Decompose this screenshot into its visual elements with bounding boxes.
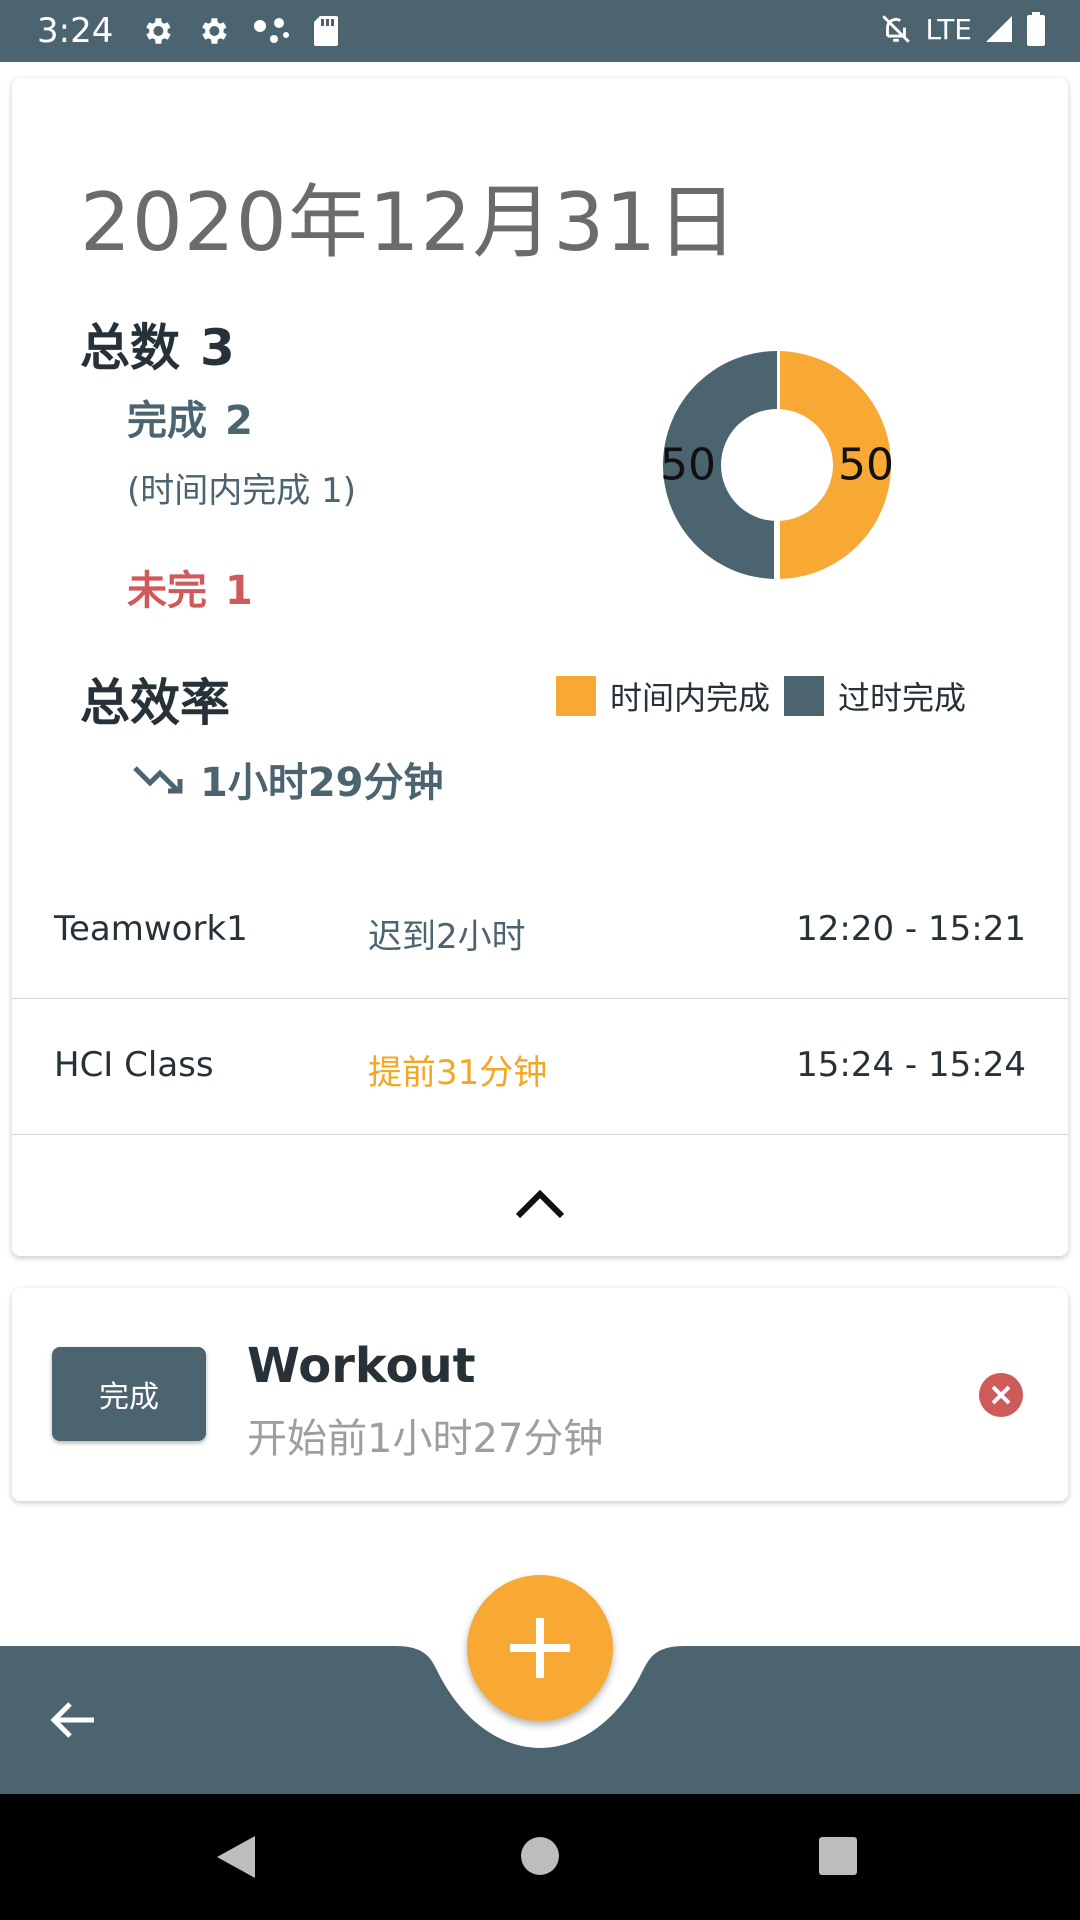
task-time: 12:20 - 15:21 [796, 909, 1026, 949]
table-row[interactable]: Teamwork1 迟到2小时 12:20 - 15:21 [12, 862, 1068, 999]
signal-icon [986, 16, 1012, 42]
gear-icon [146, 18, 171, 44]
nav-home-icon[interactable] [520, 1836, 560, 1876]
done-label: 完成 [127, 398, 207, 444]
done-value: 2 [225, 398, 253, 444]
battery-icon [1027, 12, 1045, 46]
undone-value: 1 [225, 568, 253, 614]
gear-icon [202, 18, 227, 44]
done-count: 完成 2 [127, 388, 253, 446]
table-row[interactable]: HCI Class 提前31分钟 15:24 - 15:24 [12, 998, 1068, 1135]
nav-recents-icon[interactable] [818, 1836, 858, 1876]
legend-item-ontime: 时间内完成 [556, 673, 770, 719]
task-name: HCI Class [54, 1045, 214, 1085]
efficiency-title: 总效率 [80, 674, 230, 732]
undone-count: 未完 1 [127, 558, 253, 616]
efficiency-value: 1小时29分钟 [200, 760, 444, 806]
pie-value-label: 50 [660, 440, 716, 491]
task-status: 迟到2小时 [368, 917, 526, 957]
sd-card-icon [314, 16, 338, 46]
legend-label-late: 过时完成 [838, 679, 967, 717]
pending-task-card: 完成 Workout 开始前1小时27分钟 [12, 1288, 1068, 1501]
total-count: 总数 3 [80, 308, 235, 380]
legend-label-ontime: 时间内完成 [610, 679, 771, 717]
status-time: 3:24 [37, 11, 114, 51]
status-bar: 3:24 LTE [0, 0, 1080, 62]
total-value: 3 [200, 319, 235, 377]
total-label: 总数 [80, 319, 180, 377]
status-icons [140, 14, 340, 48]
task-subtitle: 开始前1小时27分钟 [247, 1416, 604, 1462]
legend-swatch-late [784, 676, 825, 716]
ontime-count: (时间内完成 1) [127, 471, 356, 511]
task-title: Workout [247, 1338, 476, 1394]
legend-swatch-ontime [556, 676, 596, 716]
summary-card: 2020年12月31日 总数 3 完成 2 (时间内完成 1) 未完 1 50 50 总… [12, 78, 1068, 1256]
navigation-bar [0, 1794, 1080, 1920]
plus-icon [510, 1618, 570, 1678]
task-status: 提前31分钟 [368, 1053, 548, 1093]
dots-icon [254, 18, 289, 43]
efficiency-value-row: 1小时29分钟 [132, 750, 444, 808]
status-right: LTE [879, 12, 1046, 46]
nav-back-icon[interactable] [215, 1834, 257, 1880]
undone-label: 未完 [127, 568, 207, 614]
date-title: 2020年12月31日 [80, 176, 739, 269]
add-button[interactable] [467, 1575, 613, 1721]
chart-legend: 时间内完成 过时完成 [556, 673, 980, 719]
mute-icon [882, 15, 911, 43]
complete-button[interactable]: 完成 [52, 1347, 206, 1441]
chevron-up-icon[interactable] [514, 1186, 566, 1222]
legend-item-late: 过时完成 [784, 673, 966, 719]
pie-value-label: 50 [838, 440, 894, 491]
network-label: LTE [925, 12, 972, 46]
back-arrow-icon[interactable] [48, 1698, 96, 1742]
close-icon[interactable] [978, 1372, 1024, 1418]
trending-down-icon [133, 766, 183, 794]
task-time: 15:24 - 15:24 [796, 1045, 1026, 1085]
donut-chart: 50 50 [660, 349, 894, 581]
task-name: Teamwork1 [54, 909, 248, 949]
